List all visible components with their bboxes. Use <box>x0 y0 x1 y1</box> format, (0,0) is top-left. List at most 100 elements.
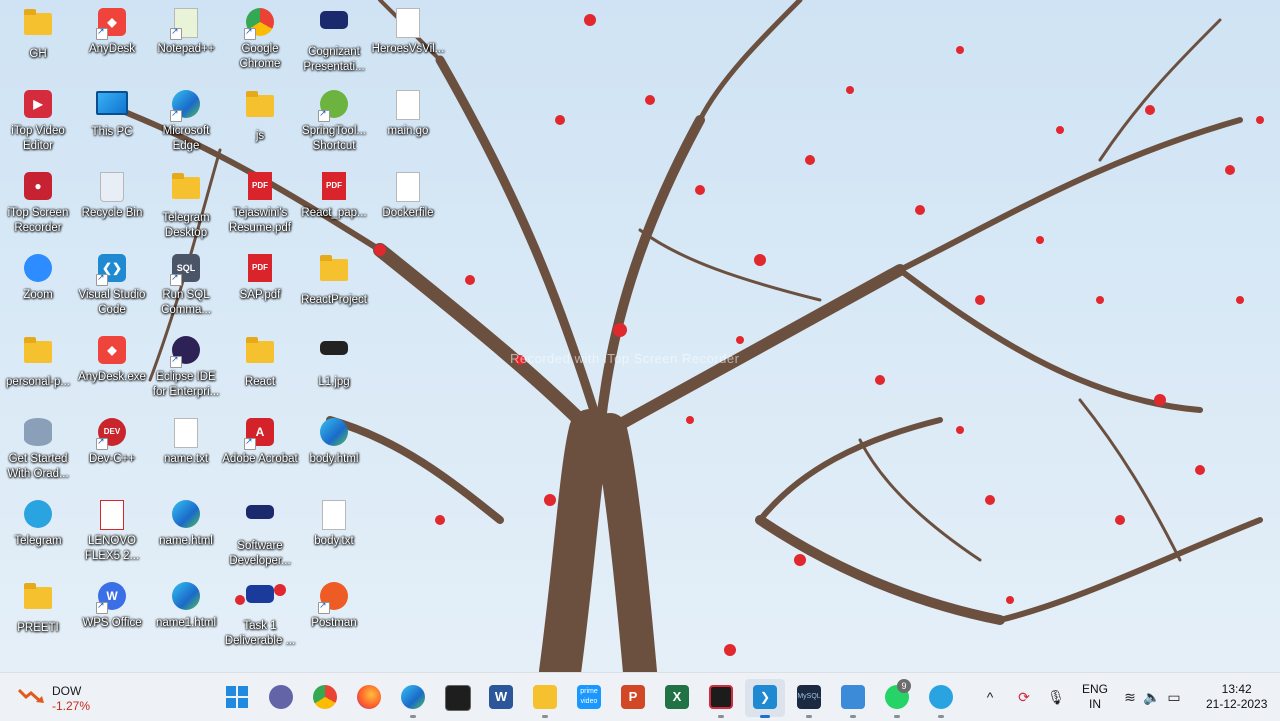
desktop-icon-itop-video-editor[interactable]: ▶ iTop Video Editor <box>0 86 76 166</box>
desktop-icon-task1-deliverable[interactable]: Task 1 Deliverable ... <box>222 578 298 658</box>
desktop-icon-lenovo-flex[interactable]: LENOVO FLEX5 2... <box>74 496 150 576</box>
desktop-icon-telegram-desktop[interactable]: Telegram Desktop <box>148 168 224 248</box>
desktop-icon-reactproject[interactable]: ReactProject <box>296 250 372 330</box>
file-explorer-icon[interactable] <box>533 685 557 709</box>
desktop-icon-label: Software Developer... <box>229 540 291 567</box>
desktop-icon-wps-office[interactable]: W WPS Office <box>74 578 150 658</box>
desktop-icon-telegram[interactable]: Telegram <box>0 496 76 576</box>
desktop-icon-label: Tejaswini's Resume.pdf <box>228 207 291 234</box>
recycle-bin-icon <box>96 172 128 204</box>
desktop-icon-label: iTop Video Editor <box>11 125 65 152</box>
terminal-icon[interactable] <box>445 685 471 711</box>
desktop-icon-label: Run SQL Comma... <box>161 289 211 316</box>
sync-icon[interactable]: ⟳ <box>1014 687 1034 707</box>
chrome-icon[interactable] <box>313 685 337 709</box>
desktop-icon-personal-p[interactable]: personal-p... <box>0 332 76 412</box>
vscode-icon[interactable]: ❯ <box>753 685 777 709</box>
taskbar: DOW -1.27% W prime video P X ❯ MySQL 9 ^… <box>0 672 1280 721</box>
whatsapp-icon[interactable]: 9 <box>885 679 911 709</box>
desktop-icon-vscode[interactable]: ❮❯ Visual Studio Code <box>74 250 150 330</box>
wifi-icon[interactable]: ≋ <box>1120 687 1140 707</box>
prime-video-icon[interactable]: prime video <box>577 685 601 709</box>
desktop-icon-recycle-bin[interactable]: Recycle Bin <box>74 168 150 248</box>
running-indicator <box>718 715 724 718</box>
desktop-icon-label: personal-p... <box>6 376 70 388</box>
battery-icon[interactable]: ▭ <box>1164 687 1184 707</box>
desktop-icon-preeti[interactable]: PREETI <box>0 578 76 658</box>
firefox-icon[interactable] <box>357 685 381 709</box>
desktop-icon-l1-jpg[interactable]: L1.jpg <box>296 332 372 412</box>
desktop-icon-react-pap[interactable]: PDF React_pap... <box>296 168 372 248</box>
desktop-icon-heroes[interactable]: HeroesVsVil... <box>370 4 446 84</box>
running-indicator <box>938 715 944 718</box>
desktop-icon-name1-html[interactable]: name1.html <box>148 578 224 658</box>
desktop-icon-label: iTop Screen Recorder <box>7 207 69 234</box>
go-file-icon <box>392 90 424 122</box>
desktop-icon-eclipse[interactable]: Eclipse IDE for Enterpri... <box>148 332 224 412</box>
desktop-icon-chrome[interactable]: Google Chrome <box>222 4 298 84</box>
desktop-icon-label: WPS Office <box>82 617 142 629</box>
excel-icon[interactable]: X <box>665 685 689 709</box>
show-hidden-icons-chevron-icon[interactable]: ^ <box>980 687 1000 707</box>
desktop-icon-label: Postman <box>311 617 357 629</box>
start-button[interactable] <box>225 685 249 709</box>
desktop-icon-notepadpp[interactable]: Notepad++ <box>148 4 224 84</box>
telegram-icon[interactable] <box>929 685 953 709</box>
database-icon <box>22 418 54 450</box>
text-file-icon <box>170 418 202 450</box>
desktop-icon-itop-screen-recorder[interactable]: ● iTop Screen Recorder <box>0 168 76 248</box>
desktop-icon-label: name1.html <box>155 617 217 629</box>
chrome-icon <box>244 8 276 40</box>
volume-icon[interactable]: 🔈 <box>1142 687 1162 707</box>
powerpoint-icon[interactable]: P <box>621 685 645 709</box>
desktop-icon-label: Google Chrome <box>239 43 281 70</box>
desktop-icon-anydesk-exe[interactable]: ◆ AnyDesk.exe <box>74 332 150 412</box>
language-indicator[interactable]: ENG IN <box>1082 682 1108 712</box>
desktop-icon-resume-pdf[interactable]: PDF Tejaswini's Resume.pdf <box>222 168 298 248</box>
desktop-icon-acrobat[interactable]: A Adobe Acrobat <box>222 414 298 494</box>
desktop-icon-get-started-oracle[interactable]: Get Started With Orad... <box>0 414 76 494</box>
clock[interactable]: 13:42 21-12-2023 <box>1206 682 1267 712</box>
word-icon[interactable]: W <box>489 685 513 709</box>
desktop-icon-devcpp[interactable]: DEV Dev-C++ <box>74 414 150 494</box>
desktop-icon-run-sql[interactable]: SQL Run SQL Comma... <box>148 250 224 330</box>
desktop-icon-cognizant[interactable]: Cognizant Presentati... <box>296 4 372 84</box>
desktop-icon-body-txt[interactable]: body.txt <box>296 496 372 576</box>
desktop-icon-label: L1.jpg <box>318 376 350 388</box>
notification-badge: 9 <box>897 679 911 693</box>
desktop-icon-body-html[interactable]: body.html <box>296 414 372 494</box>
desktop-icon-software-developer[interactable]: Software Developer... <box>222 496 298 576</box>
desktop-icon-zoom[interactable]: Zoom <box>0 250 76 330</box>
itop-recorder-icon[interactable] <box>709 685 733 709</box>
desktop-icon-label: Task 1 Deliverable ... <box>224 620 296 647</box>
presentation-icon <box>318 11 350 43</box>
desktop-icon-name-html[interactable]: name.html <box>148 496 224 576</box>
desktop-icon-this-pc[interactable]: This PC <box>74 86 150 166</box>
image-file-icon <box>318 341 350 373</box>
desktop-icon-label: GH <box>29 48 47 60</box>
desktop-icon-gh[interactable]: GH <box>0 4 76 84</box>
desktop-icon-js[interactable]: js <box>222 86 298 166</box>
desktop-icon-name-txt[interactable]: name.txt <box>148 414 224 494</box>
desktop-icon-label: Cognizant Presentati... <box>303 46 365 73</box>
edge-icon <box>170 90 202 122</box>
desktop-icon-edge[interactable]: Microsoft Edge <box>148 86 224 166</box>
desktop-icon-label: ReactProject <box>301 294 367 306</box>
desktop-icon-postman[interactable]: Postman <box>296 578 372 658</box>
mysql-icon[interactable]: MySQL <box>797 685 821 709</box>
edge-icon[interactable] <box>401 685 425 709</box>
folder-icon <box>22 583 54 619</box>
microphone-icon[interactable]: 🎙 <box>1046 687 1066 707</box>
desktop-icon-react[interactable]: React <box>222 332 298 412</box>
desktop-icon-dockerfile[interactable]: Dockerfile <box>370 168 446 248</box>
desktop-icon-springtool[interactable]: SpringTool... Shortcut <box>296 86 372 166</box>
teams-icon[interactable] <box>269 685 293 709</box>
notepad-icon[interactable] <box>841 685 865 709</box>
desktop-icon-anydesk[interactable]: ◆ AnyDesk <box>74 4 150 84</box>
desktop-icon-label: body.html <box>309 453 359 465</box>
desktop-icon-main-go[interactable]: main.go <box>370 86 446 166</box>
presentation-icon <box>244 505 276 537</box>
desktop-icon-label: PREETI <box>17 622 59 634</box>
market-widget[interactable]: DOW -1.27% <box>18 683 98 713</box>
desktop-icon-sap-pdf[interactable]: PDF SAP.pdf <box>222 250 298 330</box>
